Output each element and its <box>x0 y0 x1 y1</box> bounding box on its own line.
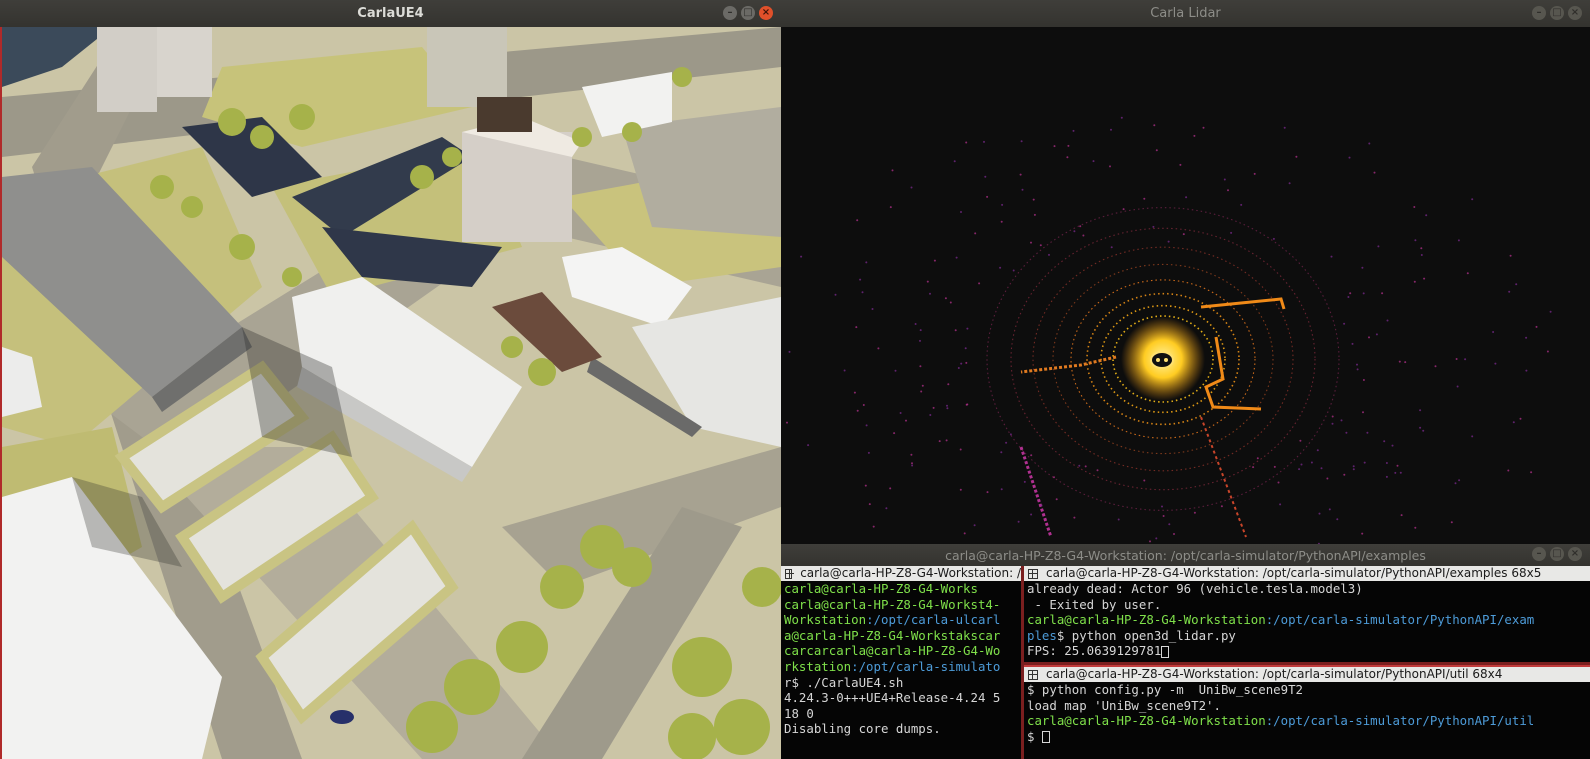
terminal-line: carcarcarla@carla-HP-Z8-G4-Wo <box>781 643 1021 659</box>
pane-header-title: carla@carla-HP-Z8-G4-Workstation: / <box>800 566 1021 580</box>
split-pane-icon <box>1028 669 1038 680</box>
terminal-pane-left[interactable]: carla@carla-HP-Z8-G4-Workstation: / carl… <box>781 566 1021 759</box>
pane-header-title: carla@carla-HP-Z8-G4-Workstation: /opt/c… <box>1046 667 1503 681</box>
terminal-text: 4.24.3-0+++UE4+Release-4.24 5 <box>784 690 1001 706</box>
terminal-line: Disabling core dumps. <box>781 721 1021 737</box>
terminal-text: a@carla-HP-Z8-G4-Workstakscar <box>784 627 1001 643</box>
terminal-cursor <box>1041 731 1050 744</box>
terminal-line: - Exited by user. <box>1024 597 1590 613</box>
terminal-cursor <box>1161 645 1170 658</box>
lidar-wall-return <box>1204 336 1262 411</box>
terminal-text: Disabling core dumps. <box>784 721 941 737</box>
terminal-window[interactable]: carla@carla-HP-Z8-G4-Workstation: /opt/c… <box>781 544 1590 759</box>
aerial-city-scene <box>2 27 781 759</box>
lidar-wall-return <box>1200 416 1247 538</box>
terminal-line: r$ ./CarlaUE4.sh <box>781 675 1021 691</box>
terminal-text: :/opt/carla-ulcarl <box>866 612 1001 628</box>
terminal-titlebar[interactable]: carla@carla-HP-Z8-G4-Workstation: /opt/c… <box>781 544 1590 566</box>
terminal-text: Workstation <box>784 612 867 628</box>
terminal-line: carla@carla-HP-Z8-G4-Workstation:/opt/ca… <box>1024 713 1590 729</box>
terminal-text: :/opt/carla-simulato <box>851 658 1001 674</box>
close-button[interactable]: × <box>1568 6 1582 20</box>
terminal-line: carla@carla-HP-Z8-G4-Works <box>781 581 1021 597</box>
terminal-text: carcarcarla@carla-HP-Z8-G4-Wo <box>784 643 1001 659</box>
minimize-button[interactable]: – <box>723 6 737 20</box>
terminal-line: 4.24.3-0+++UE4+Release-4.24 5 <box>781 690 1021 706</box>
maximize-button[interactable]: □ <box>741 6 755 20</box>
terminal-line: $ python config.py -m UniBw_scene9T2 <box>1024 682 1590 698</box>
terminal-line: carla@carla-HP-Z8-G4-Workst4- <box>781 597 1021 613</box>
minimize-button[interactable]: – <box>1532 547 1546 561</box>
terminal-text: 18 0 <box>784 705 814 721</box>
terminal-text: :/opt/carla-simulator/PythonAPI/exam <box>1265 612 1535 628</box>
terminal-line: Workstation:/opt/carla-ulcarl <box>781 612 1021 628</box>
close-button[interactable]: × <box>1568 547 1582 561</box>
maximize-button[interactable]: □ <box>1550 6 1564 20</box>
terminal-output[interactable]: carla@carla-HP-Z8-G4-Works carla@carla-HP… <box>781 581 1021 737</box>
lidar-point-cloud-view[interactable] <box>781 27 1590 544</box>
carla-ue4-window[interactable]: CarlaUE4 – □ × <box>0 0 781 759</box>
carla-lidar-window[interactable]: Carla Lidar – □ × <box>781 0 1590 544</box>
pane-header: carla@carla-HP-Z8-G4-Workstation: / <box>781 566 1021 581</box>
terminal-text: r$ ./CarlaUE4.sh <box>784 674 904 690</box>
terminal-line: FPS: 25.0639129781 <box>1024 643 1590 659</box>
terminal-text: carla@carla-HP-Z8-G4-Workstation <box>1027 713 1266 729</box>
terminal-line: a@carla-HP-Z8-G4-Workstakscar <box>781 628 1021 644</box>
terminal-text: carla@carla-HP-Z8-G4-Workst4- <box>784 596 1001 612</box>
carla-titlebar[interactable]: CarlaUE4 – □ × <box>0 0 781 27</box>
close-button[interactable]: × <box>759 6 773 20</box>
terminal-text: ples <box>1027 627 1057 643</box>
terminal-line: carla@carla-HP-Z8-G4-Workstation:/opt/ca… <box>1024 612 1590 628</box>
minimize-button[interactable]: – <box>1532 6 1546 20</box>
terminal-text: carla@carla-HP-Z8-G4-Workstation <box>1027 612 1266 628</box>
terminal-line: $ <box>1024 729 1590 745</box>
terminal-text: :/opt/carla-simulator/PythonAPI/util <box>1265 713 1535 729</box>
split-pane-icon <box>785 568 795 579</box>
lidar-point-cloud <box>786 116 1552 544</box>
terminal-pane-top-right[interactable]: carla@carla-HP-Z8-G4-Workstation: /opt/c… <box>1024 566 1590 662</box>
terminal-text: FPS: 25.0639129781 <box>1027 643 1162 659</box>
lidar-window-title: Carla Lidar <box>1150 6 1221 21</box>
carla-window-title: CarlaUE4 <box>357 6 424 21</box>
simulation-viewport[interactable] <box>0 27 781 759</box>
pane-header: carla@carla-HP-Z8-G4-Workstation: /opt/c… <box>1024 566 1590 581</box>
terminal-output[interactable]: already dead: Actor 96 (vehicle.tesla.mo… <box>1024 581 1590 659</box>
lidar-wall-return <box>1019 446 1053 538</box>
terminal-output[interactable]: $ python config.py -m UniBw_scene9T2 load… <box>1024 682 1590 744</box>
terminal-line: 18 0 <box>781 706 1021 722</box>
lidar-titlebar[interactable]: Carla Lidar – □ × <box>781 0 1590 27</box>
lidar-wall-return <box>1200 297 1286 310</box>
terminal-pane-bottom-right[interactable]: carla@carla-HP-Z8-G4-Workstation: /opt/c… <box>1024 665 1590 759</box>
pane-header: carla@carla-HP-Z8-G4-Workstation: /opt/c… <box>1024 665 1590 682</box>
terminal-text: $ <box>1027 728 1042 744</box>
terminal-text: load map 'UniBw_scene9T2'. <box>1027 697 1221 713</box>
terminal-text: $ python config.py -m UniBw_scene9T2 <box>1027 682 1304 697</box>
maximize-button[interactable]: □ <box>1550 547 1564 561</box>
ego-vehicle <box>1150 351 1174 369</box>
terminal-window-title: carla@carla-HP-Z8-G4-Workstation: /opt/c… <box>945 547 1426 563</box>
terminal-line: rkstation:/opt/carla-simulato <box>781 659 1021 675</box>
terminal-line: load map 'UniBw_scene9T2'. <box>1024 698 1590 714</box>
terminal-text: $ python open3d_lidar.py <box>1056 627 1236 643</box>
terminal-line: already dead: Actor 96 (vehicle.tesla.mo… <box>1024 581 1590 597</box>
terminal-text: - Exited by user. <box>1027 596 1162 612</box>
split-pane-icon <box>1028 568 1038 579</box>
terminal-text: already dead: Actor 96 (vehicle.tesla.mo… <box>1027 581 1363 596</box>
terminal-text: rkstation <box>784 658 852 674</box>
terminal-text: carla@carla-HP-Z8-G4-Works <box>784 581 978 596</box>
pane-header-title: carla@carla-HP-Z8-G4-Workstation: /opt/c… <box>1046 566 1542 580</box>
terminal-line: ples$ python open3d_lidar.py <box>1024 628 1590 644</box>
